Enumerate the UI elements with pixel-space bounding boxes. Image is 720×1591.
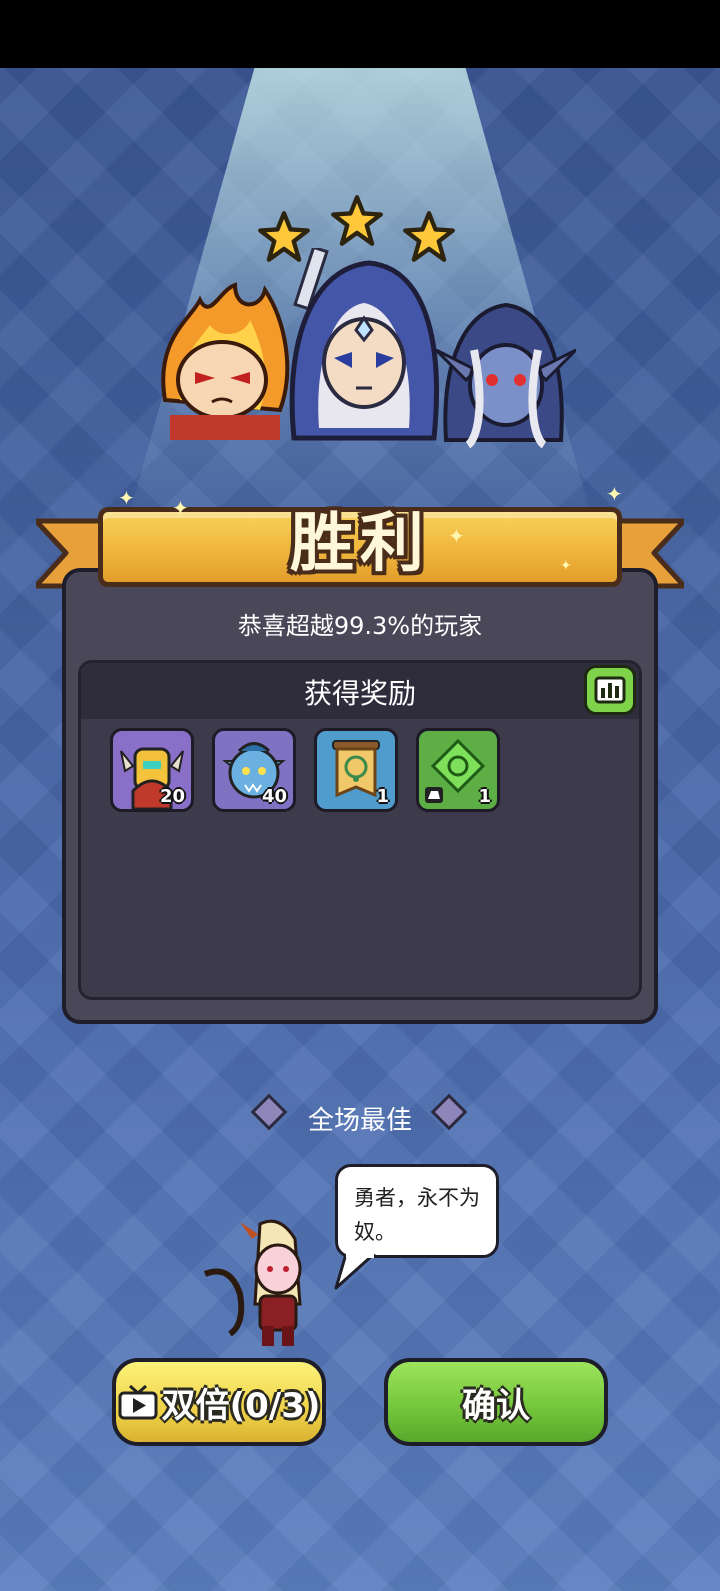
reward-item-armored-warrior[interactable]: 20 xyxy=(110,728,194,812)
reward-count: 1 xyxy=(478,786,491,807)
quote-line-1: 勇者，永不为 xyxy=(354,1186,480,1210)
sparkle-icon: ✦ xyxy=(560,558,572,574)
double-button-label: 双倍(0/3) xyxy=(161,1385,321,1426)
sparkle-icon: ✦ xyxy=(606,482,623,506)
reward-count: 20 xyxy=(159,786,185,807)
reward-title: 获得奖励 xyxy=(303,677,416,710)
hooded-mage-portrait xyxy=(289,248,439,441)
double-reward-button[interactable]: 双倍(0/3) xyxy=(112,1358,326,1446)
dark-elf-portrait xyxy=(436,302,576,449)
bar-chart-icon xyxy=(594,676,626,704)
stats-button[interactable] xyxy=(584,665,636,715)
reward-count: 40 xyxy=(261,786,287,807)
status-bar xyxy=(0,0,720,68)
star-icon xyxy=(331,195,383,246)
reward-count: 1 xyxy=(376,786,389,807)
reward-item-blue-troll[interactable]: 40 xyxy=(212,728,296,812)
confirm-button-label: 确认 xyxy=(462,1385,530,1426)
confirm-button[interactable]: 确认 xyxy=(384,1358,608,1446)
mvp-label: 全场最佳 xyxy=(307,1106,412,1136)
sparkle-icon: ✦ xyxy=(118,486,135,510)
ranking-subtitle: 恭喜超越99.3%的玩家 xyxy=(237,612,483,640)
fire-hero-portrait xyxy=(161,282,290,440)
speech-bubble-tail xyxy=(334,1254,376,1290)
reward-item-amulet-banner[interactable]: 1 xyxy=(314,728,398,812)
quote-line-2: 奴。 xyxy=(354,1220,396,1244)
reward-item-green-gem[interactable]: 1 xyxy=(416,728,500,812)
victory-scene: 胜利 ✦ ✦ ✦ ✦ ✦ 恭喜超越99.3%的玩家 获得奖励 20 40 1 1… xyxy=(0,68,720,1591)
video-ad-icon xyxy=(118,1384,158,1420)
speech-bubble: 勇者，永不为 奴。 xyxy=(335,1164,499,1258)
sparkle-icon: ✦ xyxy=(172,496,189,520)
sparkle-icon: ✦ xyxy=(448,524,465,548)
mvp-hero-sprite xyxy=(203,1219,302,1346)
